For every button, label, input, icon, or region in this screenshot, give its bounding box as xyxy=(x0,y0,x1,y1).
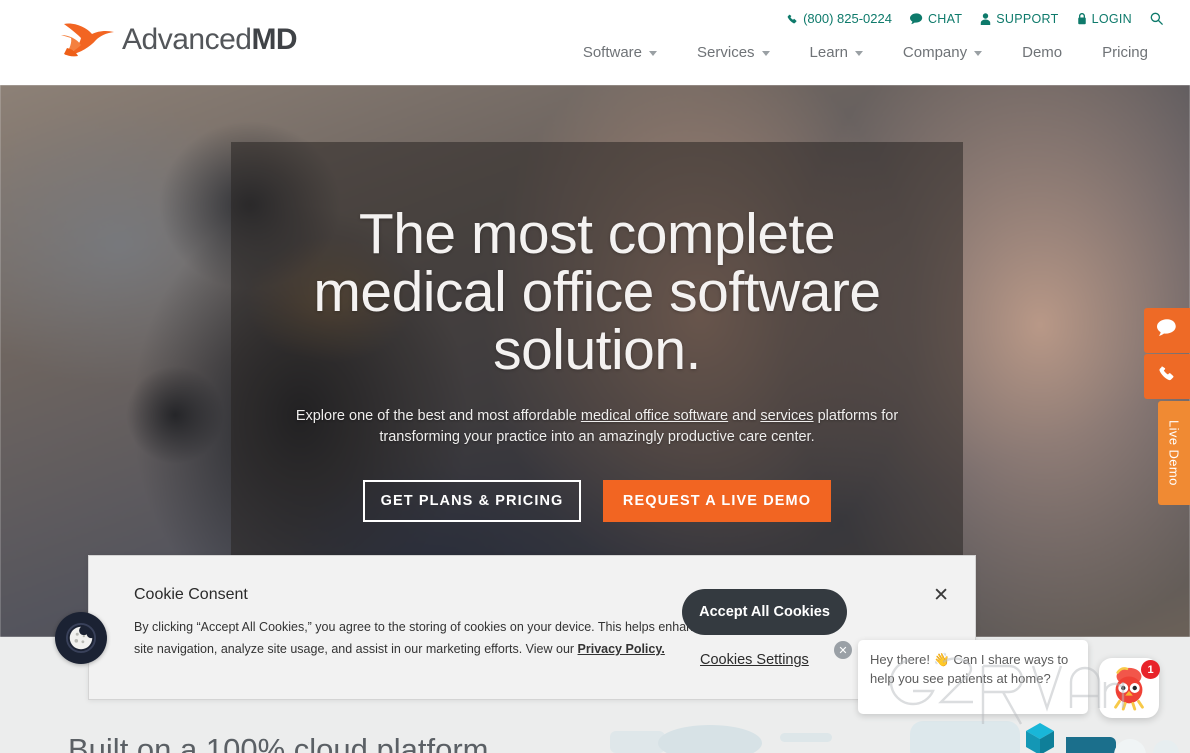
chat-greeting-bubble[interactable]: Hey there! 👋 Can I share ways to help yo… xyxy=(858,640,1088,714)
cookie-consent-body: By clicking “Accept All Cookies,” you ag… xyxy=(134,616,712,660)
chat-bubble-icon xyxy=(1157,319,1177,342)
utility-login-label: LOGIN xyxy=(1091,11,1132,26)
site-logo[interactable]: AdvancedMD xyxy=(58,18,298,62)
utility-support-label: SUPPORT xyxy=(996,11,1059,26)
floating-contact-rail: Live Demo xyxy=(1144,308,1190,505)
chevron-down-icon xyxy=(974,51,983,56)
main-navigation: Software Services Learn Company Demo Pri… xyxy=(563,44,1168,61)
hero-subtitle: Explore one of the best and most afforda… xyxy=(231,406,963,448)
rail-phone-button[interactable] xyxy=(1144,354,1190,399)
chevron-down-icon xyxy=(854,51,863,56)
nav-item-demo[interactable]: Demo xyxy=(1002,44,1082,61)
hero-title: The most complete medical office softwar… xyxy=(231,205,963,379)
cookie-consent-banner: Cookie Consent By clicking “Accept All C… xyxy=(88,555,976,700)
chat-bubble-icon xyxy=(909,12,923,25)
accept-all-cookies-button[interactable]: Accept All Cookies xyxy=(682,589,847,635)
nav-item-software[interactable]: Software xyxy=(563,44,677,61)
phone-icon xyxy=(786,13,798,25)
search-icon xyxy=(1150,12,1163,25)
nav-label-company: Company xyxy=(902,44,968,61)
lock-icon xyxy=(1077,12,1087,25)
utility-login-link[interactable]: LOGIN xyxy=(1068,12,1141,26)
chevron-down-icon xyxy=(649,51,658,56)
hero-title-line-1: The most complete xyxy=(358,202,836,266)
nav-label-pricing: Pricing xyxy=(1102,44,1148,61)
hummingbird-logo-icon xyxy=(61,23,114,57)
nav-label-software: Software xyxy=(582,44,643,61)
utility-support-link[interactable]: SUPPORT xyxy=(971,12,1067,26)
user-icon xyxy=(980,12,991,25)
hero-title-line-3: solution. xyxy=(493,318,701,382)
cookie-consent-title: Cookie Consent xyxy=(134,586,248,603)
logo-wordmark: AdvancedMD xyxy=(122,23,298,56)
nav-label-demo: Demo xyxy=(1022,44,1063,61)
chevron-down-icon xyxy=(761,51,770,56)
utility-chat-label: CHAT xyxy=(927,11,963,26)
nav-item-services[interactable]: Services xyxy=(677,44,790,61)
phone-icon xyxy=(1158,365,1177,389)
nav-item-learn[interactable]: Learn xyxy=(790,44,883,61)
privacy-policy-link[interactable]: Privacy Policy. xyxy=(578,642,665,656)
hero-sub-text-1: Explore one of the best and most afforda… xyxy=(295,408,581,424)
nav-label-learn: Learn xyxy=(809,44,848,61)
utility-search-button[interactable] xyxy=(1141,12,1172,25)
rail-chat-button[interactable] xyxy=(1144,308,1190,353)
hero-link-services[interactable]: services xyxy=(760,408,813,424)
utility-chat-link[interactable]: CHAT xyxy=(901,12,971,26)
site-header: AdvancedMD (800) 825-0224 CHAT SUPPORT L… xyxy=(0,0,1190,85)
nav-item-company[interactable]: Company xyxy=(883,44,1002,61)
hero-title-line-2: medical office software xyxy=(313,260,881,324)
hero-content: The most complete medical office softwar… xyxy=(231,142,963,522)
chat-greeting-text: Hey there! 👋 Can I share ways to help yo… xyxy=(870,652,1069,686)
hero-cta-group: GET PLANS & PRICING REQUEST A LIVE DEMO xyxy=(231,480,963,522)
cookie-preferences-badge[interactable] xyxy=(55,612,107,664)
hero-sub-text-2: and xyxy=(728,408,761,424)
cookie-icon xyxy=(66,623,96,653)
cookies-settings-link[interactable]: Cookies Settings xyxy=(700,652,809,668)
request-a-live-demo-button[interactable]: REQUEST A LIVE DEMO xyxy=(603,480,831,522)
close-icon[interactable]: ✕ xyxy=(933,586,949,605)
chat-unread-badge: 1 xyxy=(1141,660,1160,679)
nav-label-services: Services xyxy=(697,44,755,61)
utility-phone-link[interactable]: (800) 825-0224 xyxy=(777,11,901,26)
nav-item-pricing[interactable]: Pricing xyxy=(1082,44,1168,61)
hero-link-medical-office-software[interactable]: medical office software xyxy=(581,408,728,424)
rail-live-demo-label: Live Demo xyxy=(1166,420,1182,486)
close-circle-icon[interactable]: ✕ xyxy=(834,641,852,659)
utility-bar: (800) 825-0224 CHAT SUPPORT LOGIN xyxy=(777,11,1172,26)
utility-phone-label: (800) 825-0224 xyxy=(803,11,892,26)
rail-live-demo-tab[interactable]: Live Demo xyxy=(1158,401,1190,505)
get-plans-and-pricing-button[interactable]: GET PLANS & PRICING xyxy=(363,480,581,522)
below-hero-title: Built on a 100% cloud platform xyxy=(68,732,489,753)
